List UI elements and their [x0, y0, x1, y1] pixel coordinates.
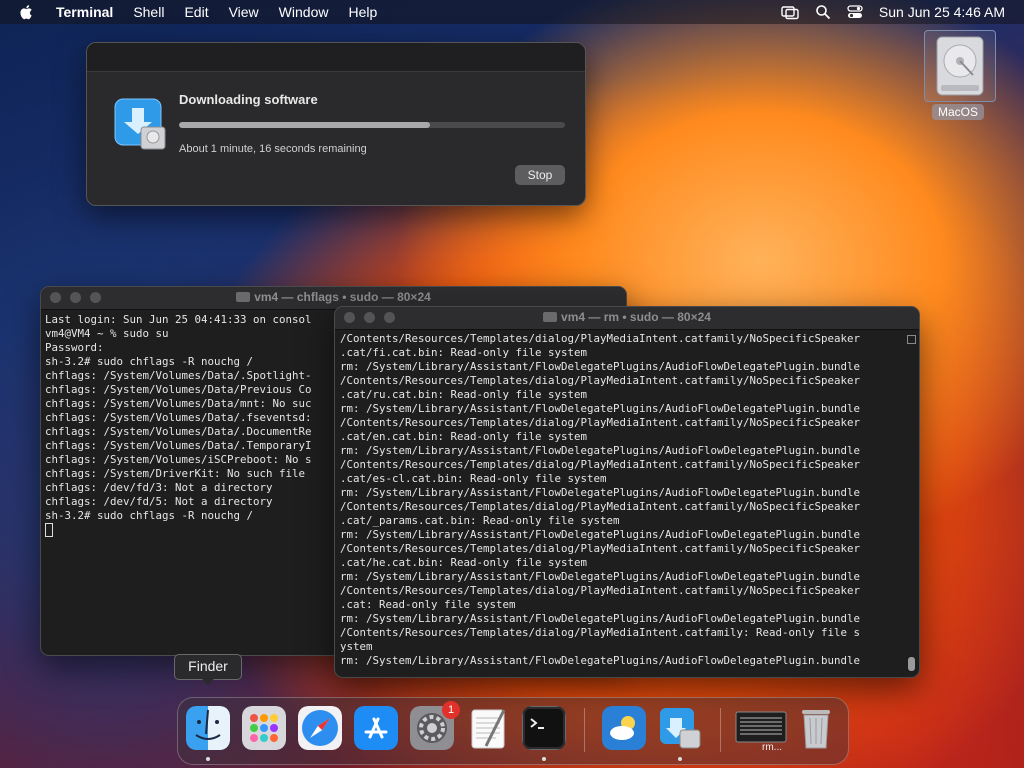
download-progress-fill — [179, 122, 430, 128]
menu-clock[interactable]: Sun Jun 25 4:46 AM — [879, 4, 1005, 20]
control-center-icon[interactable] — [847, 4, 863, 20]
menu-view[interactable]: View — [229, 4, 259, 20]
terminal-titlebar[interactable]: vm4 — rm • sudo — 80×24 — [335, 307, 919, 330]
dialog-titlebar[interactable] — [87, 43, 585, 72]
minimized-window-label: rm... — [762, 742, 782, 753]
spotlight-search-icon[interactable] — [815, 4, 831, 20]
menu-extras: Sun Jun 25 4:46 AM — [781, 0, 1024, 24]
running-indicator — [678, 757, 682, 761]
finder-icon[interactable] — [186, 706, 230, 750]
dock-separator — [720, 708, 721, 752]
text-cursor — [45, 523, 53, 537]
installer-icon[interactable] — [658, 706, 702, 750]
macos-disk-label: MacOS — [932, 104, 984, 120]
textedit-icon[interactable] — [466, 706, 510, 750]
launchpad-icon[interactable] — [242, 706, 286, 750]
folder-icon — [236, 292, 251, 302]
terminal-output[interactable]: /Contents/Resources/Templates/dialog/Pla… — [335, 330, 900, 668]
time-remaining-text: About 1 minute, 16 seconds remaining — [179, 143, 367, 155]
installer-app-icon — [114, 98, 166, 150]
apple-menu-icon[interactable] — [18, 3, 36, 21]
screen-mirroring-icon[interactable] — [781, 4, 799, 20]
menu-window[interactable]: Window — [279, 4, 329, 20]
download-progress-bar — [179, 122, 565, 128]
terminal-title: vm4 — rm • sudo — 80×24 — [561, 310, 711, 324]
app-store-icon[interactable] — [354, 706, 398, 750]
weather-icon[interactable] — [602, 706, 646, 750]
menu-bar: Terminal Shell Edit View Window Help Sun… — [0, 0, 1024, 24]
download-dialog: Downloading software About 1 minute, 16 … — [86, 42, 586, 206]
terminal-window-rm[interactable]: vm4 — rm • sudo — 80×24 /Contents/Resour… — [334, 306, 920, 678]
macos-disk-icon[interactable] — [924, 30, 996, 102]
trash-icon[interactable] — [794, 706, 838, 750]
terminal-title: vm4 — chflags • sudo — 80×24 — [254, 290, 431, 304]
scroll-thumb[interactable] — [908, 657, 915, 671]
menu-app-name[interactable]: Terminal — [56, 4, 113, 20]
dock: 1 — [177, 697, 849, 765]
dialog-title: Downloading software — [179, 92, 318, 107]
scroll-up-icon[interactable] — [907, 335, 916, 344]
menu-help[interactable]: Help — [348, 4, 377, 20]
running-indicator — [206, 757, 210, 761]
notification-badge: 1 — [442, 701, 460, 719]
dock-separator — [584, 708, 585, 752]
dock-tooltip: Finder — [174, 654, 242, 685]
running-indicator — [542, 757, 546, 761]
menu-shell[interactable]: Shell — [133, 4, 164, 20]
menu-edit[interactable]: Edit — [184, 4, 208, 20]
terminal-icon[interactable] — [522, 706, 566, 750]
folder-icon — [543, 312, 558, 322]
terminal-scrollbar[interactable] — [907, 335, 917, 673]
stop-button[interactable]: Stop — [515, 165, 565, 185]
safari-icon[interactable] — [298, 706, 342, 750]
